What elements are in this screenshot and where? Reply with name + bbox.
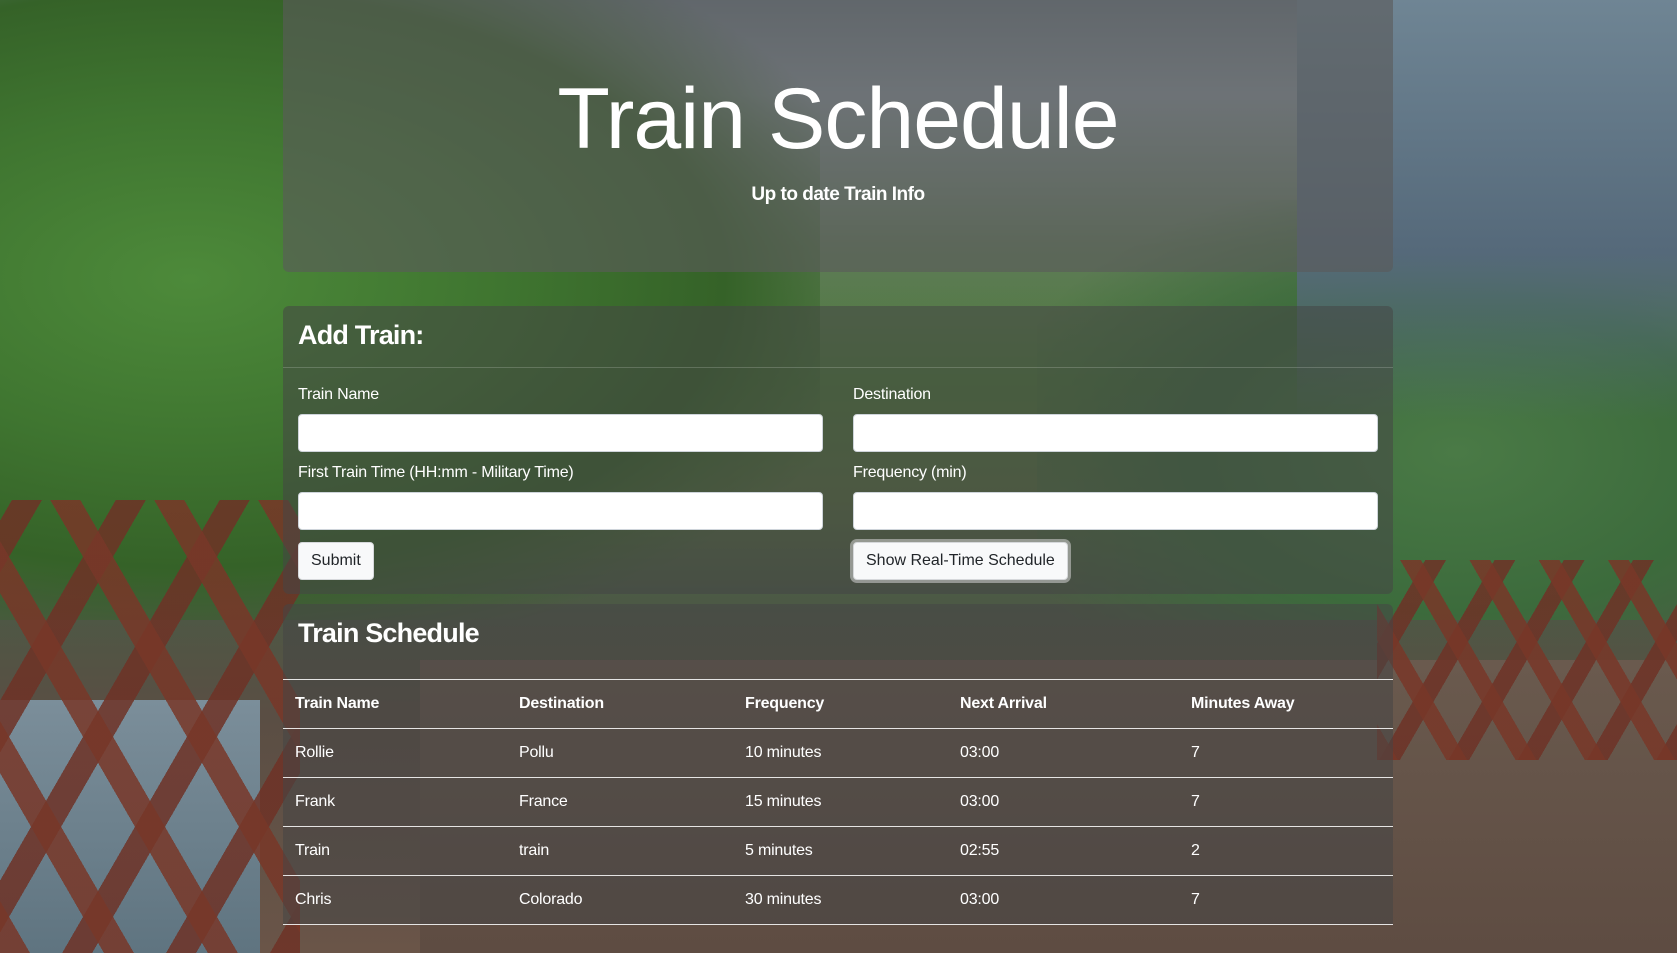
column-header-minutes-away: Minutes Away <box>1179 679 1393 729</box>
destination-input[interactable] <box>853 414 1378 452</box>
cell-frequency: 15 minutes <box>733 777 948 827</box>
add-train-form: Train Name Destination First Train Time … <box>283 368 1393 594</box>
show-realtime-schedule-button[interactable]: Show Real-Time Schedule <box>853 542 1068 580</box>
first-train-time-label: First Train Time (HH:mm - Military Time) <box>298 464 574 481</box>
table-row: Rollie Pollu 10 minutes 03:00 7 <box>283 728 1393 778</box>
frequency-input[interactable] <box>853 492 1378 530</box>
table-row: Train train 5 minutes 02:55 2 <box>283 826 1393 876</box>
cell-next-arrival: 03:00 <box>948 728 1179 778</box>
table-row: Chris Colorado 30 minutes 03:00 7 <box>283 875 1393 925</box>
cell-minutes-away: 7 <box>1179 875 1393 925</box>
add-train-card: Add Train: Train Name Destination First … <box>283 306 1393 594</box>
cell-destination: train <box>507 826 733 876</box>
cell-next-arrival: 03:00 <box>948 875 1179 925</box>
train-schedule-heading: Train Schedule <box>298 618 480 648</box>
column-header-destination: Destination <box>507 679 733 729</box>
cell-minutes-away: 7 <box>1179 728 1393 778</box>
add-train-heading: Add Train: <box>283 306 1393 368</box>
frequency-label: Frequency (min) <box>853 464 967 481</box>
cell-minutes-away: 7 <box>1179 777 1393 827</box>
table-row: Frank France 15 minutes 03:00 7 <box>283 777 1393 827</box>
cell-frequency: 5 minutes <box>733 826 948 876</box>
train-schedule-card: Train Schedule Train Name Destination Fr… <box>283 604 1393 925</box>
train-name-input[interactable] <box>298 414 823 452</box>
page-subtitle: Up to date Train Info <box>751 184 925 205</box>
page-title: Train Schedule <box>557 71 1119 167</box>
column-header-train-name: Train Name <box>283 679 507 729</box>
jumbotron: Train Schedule Up to date Train Info <box>283 0 1393 272</box>
destination-label: Destination <box>853 386 931 403</box>
train-schedule-table: Train Name Destination Frequency Next Ar… <box>283 679 1393 925</box>
cell-train-name: Frank <box>283 777 507 827</box>
cell-train-name: Chris <box>283 875 507 925</box>
first-train-time-input[interactable] <box>298 492 823 530</box>
cell-frequency: 10 minutes <box>733 728 948 778</box>
column-header-frequency: Frequency <box>733 679 948 729</box>
column-header-next-arrival: Next Arrival <box>948 679 1179 729</box>
cell-minutes-away: 2 <box>1179 826 1393 876</box>
cell-next-arrival: 03:00 <box>948 777 1179 827</box>
table-header-row: Train Name Destination Frequency Next Ar… <box>283 679 1393 729</box>
cell-train-name: Rollie <box>283 728 507 778</box>
cell-destination: Pollu <box>507 728 733 778</box>
cell-train-name: Train <box>283 826 507 876</box>
cell-destination: France <box>507 777 733 827</box>
submit-button[interactable]: Submit <box>298 542 374 580</box>
train-name-label: Train Name <box>298 386 379 403</box>
main-container: Train Schedule Up to date Train Info Add… <box>283 0 1393 925</box>
cell-next-arrival: 02:55 <box>948 826 1179 876</box>
cell-destination: Colorado <box>507 875 733 925</box>
cell-frequency: 30 minutes <box>733 875 948 925</box>
